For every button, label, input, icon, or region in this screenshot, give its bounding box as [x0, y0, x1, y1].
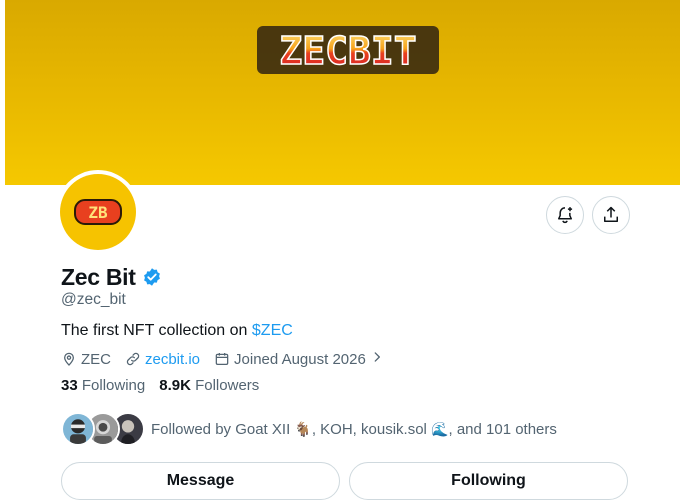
message-button[interactable]: Message [61, 462, 340, 500]
location-item: ZEC [61, 351, 111, 368]
profile-handle: @zec_bit [61, 291, 126, 308]
followed-by-suffix: , and 101 others [448, 420, 557, 438]
follower-avatars [61, 411, 145, 447]
followed-by-text: Followed by Goat XII 🐐, KOH, kousik.sol … [151, 421, 557, 438]
joined-item[interactable]: Joined August 2026 [214, 350, 384, 368]
bio-cashtag-link[interactable]: $ZEC [252, 322, 293, 339]
joined-text: Joined August 2026 [234, 350, 366, 368]
avatar[interactable]: ZB [56, 170, 140, 254]
bell-plus-icon [558, 207, 573, 224]
followers-stat[interactable]: 8.9K Followers [159, 377, 259, 394]
goat-emoji: 🐐 [294, 421, 312, 438]
wave-emoji: 🌊 [431, 421, 449, 438]
location-pin-icon [64, 352, 74, 366]
chevron-right-icon [370, 350, 384, 368]
bio-text: The first NFT collection on [61, 322, 252, 339]
followed-by-middle: , KOH, kousik.sol [311, 420, 432, 438]
share-button[interactable] [592, 196, 630, 234]
location-text: ZEC [81, 350, 111, 368]
calendar-icon [215, 353, 229, 365]
website-link[interactable]: zecbit.io [145, 351, 200, 368]
website-item[interactable]: zecbit.io [125, 351, 200, 368]
profile-meta: ZEC zecbit.io Joined August 2026 [61, 349, 398, 369]
following-button[interactable]: Following [349, 462, 628, 500]
share-upload-icon [604, 206, 618, 222]
following-count: 33 [61, 377, 78, 394]
display-name: Zec Bit [61, 263, 136, 290]
avatar-logo: ZB [74, 199, 122, 225]
link-icon [126, 352, 140, 366]
follow-stats: 33 Following 8.9K Followers [61, 377, 259, 394]
notifications-button[interactable] [546, 196, 584, 234]
follower-avatar [61, 412, 95, 446]
banner-logo: ZECBIT [257, 26, 439, 74]
name-row: Zec Bit [61, 262, 162, 292]
avatar-logo-text: ZB [88, 203, 108, 222]
following-stat-label: Following [81, 377, 146, 394]
avatar-image: ZB [60, 174, 136, 250]
followed-by-prefix: Followed by Goat XII [151, 420, 295, 438]
following-stat[interactable]: 33 Following [61, 377, 145, 394]
followers-count: 8.9K [159, 377, 191, 394]
verified-badge-icon[interactable] [142, 267, 162, 287]
followers-stat-label: Followers [195, 377, 260, 394]
banner-logo-text: ZECBIT [279, 29, 416, 73]
profile-banner[interactable]: ZECBIT [5, 0, 680, 185]
profile-page: ZECBIT ZB Zec Bit @zec_bit The first NFT… [0, 0, 680, 501]
profile-bio: The first NFT collection on $ZEC [61, 322, 293, 340]
followed-by-row[interactable]: Followed by Goat XII 🐐, KOH, kousik.sol … [61, 411, 557, 447]
